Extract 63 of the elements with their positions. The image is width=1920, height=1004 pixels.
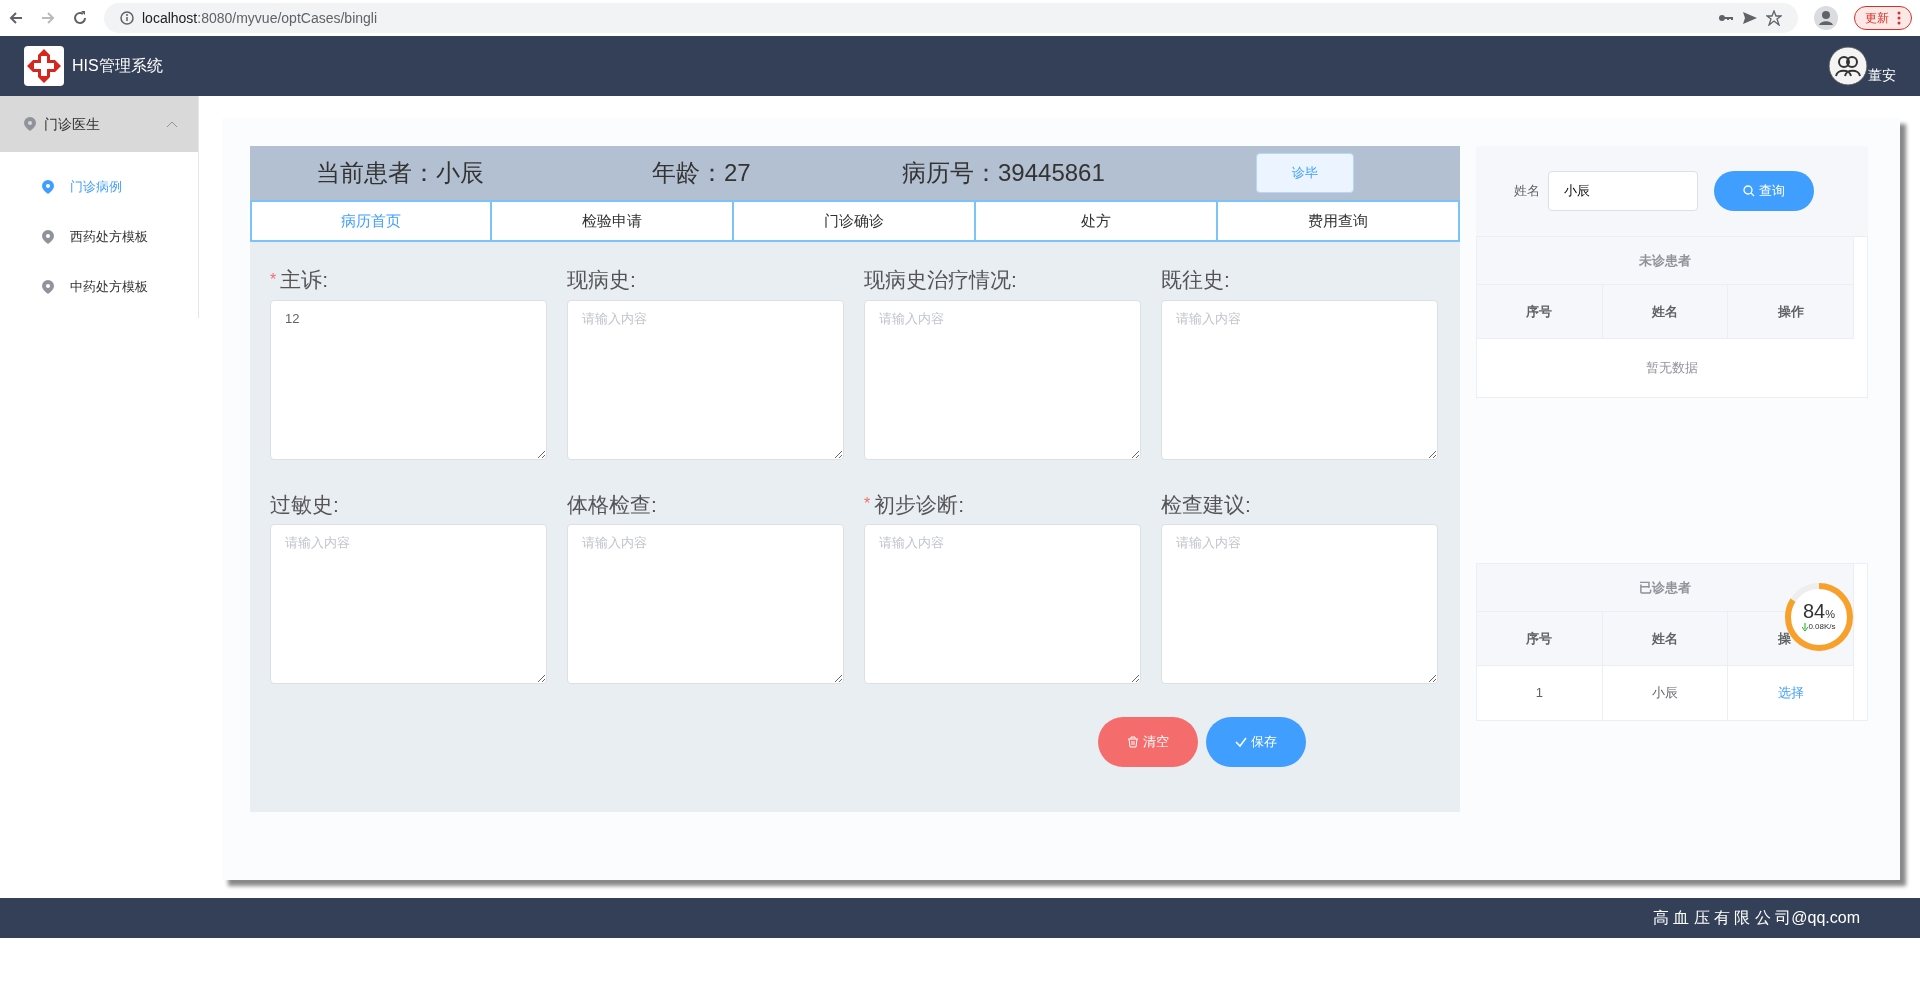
star-icon[interactable] [1766,10,1782,26]
text-area[interactable]: 请输入内容 [567,299,844,460]
search-icon [1743,185,1755,197]
check-icon [1235,736,1247,748]
down-arrow-icon [1802,622,1809,631]
location-pin-icon [24,117,36,131]
reload-icon[interactable] [72,10,88,26]
trash-icon [1127,736,1139,748]
table-cell: 小辰 [1602,666,1729,720]
tab[interactable]: 处方 [976,200,1218,242]
text-area[interactable]: 12 [270,299,547,460]
back-icon[interactable] [8,10,24,26]
text-area[interactable]: 请输入内容 [270,524,547,684]
field-label: 姓名 [1514,182,1540,201]
column-header: 序号 [1477,285,1603,339]
location-pin-icon [42,180,54,194]
patient-name: 当前患者：小辰 [316,158,485,188]
tab[interactable]: 门诊确诊 [734,200,976,242]
text-area[interactable]: 请输入内容 [1161,524,1438,684]
column-header: 操作 [1728,285,1854,339]
table-title: 未诊患者 [1477,237,1854,285]
field-label: 检查建议: [1161,491,1251,518]
location-pin-icon [42,230,54,244]
field-label: 主诉: [280,267,329,293]
profile-icon[interactable] [1814,6,1838,30]
location-pin-icon [42,280,54,294]
column-header: 序号 [1477,612,1603,666]
record-number: 病历号：39445861 [902,158,1106,188]
name-input[interactable]: 小辰 [1548,171,1698,211]
field-label: 初步诊断: [874,491,965,518]
update-button[interactable]: 更新 [1854,6,1912,30]
app-title: HIS管理系统 [72,56,163,76]
text-area[interactable]: 请输入内容 [864,524,1141,684]
url-text: localhost:8080/myvue/optCases/bingli [142,8,378,28]
footer-text: 高 血 压 有 限 公 司@qq.com [1652,908,1860,928]
speed-text: 0.08K/s [1802,621,1836,633]
tab[interactable]: 检验申请 [492,200,734,242]
tab[interactable]: 费用查询 [1218,200,1460,242]
menu-group[interactable]: 门诊医生 [0,96,198,152]
text-area[interactable]: 请输入内容 [864,299,1141,460]
column-header: 姓名 [1602,285,1729,339]
field-label: 既往史: [1161,267,1230,293]
field-label: 现病史: [567,267,636,293]
info-icon [120,11,134,25]
text-area[interactable]: 请输入内容 [1161,299,1438,460]
address-bar[interactable]: localhost:8080/myvue/optCases/bingli [104,3,1798,33]
text-area[interactable]: 请输入内容 [567,524,844,684]
column-header: 姓名 [1602,612,1729,666]
user-avatar-icon [1828,46,1868,86]
more-icon [1897,11,1901,25]
field-label: 现病史治疗情况: [864,267,1017,293]
user-name: 董安 [1868,66,1896,85]
field-label: 体格检查: [567,491,657,518]
field-label: 过敏史: [270,491,339,518]
sidebar-item[interactable]: 西药处方模板 [0,212,198,262]
patient-age: 年龄：27 [652,158,752,188]
send-icon[interactable] [1742,10,1758,26]
required-mark: * [864,494,871,515]
cross-logo-icon [24,46,64,86]
table-cell: 1 [1477,666,1603,720]
required-mark: * [270,269,277,290]
sidebar-item[interactable]: 中药处方模板 [0,262,198,312]
empty-message: 暂无数据 [1646,359,1698,378]
